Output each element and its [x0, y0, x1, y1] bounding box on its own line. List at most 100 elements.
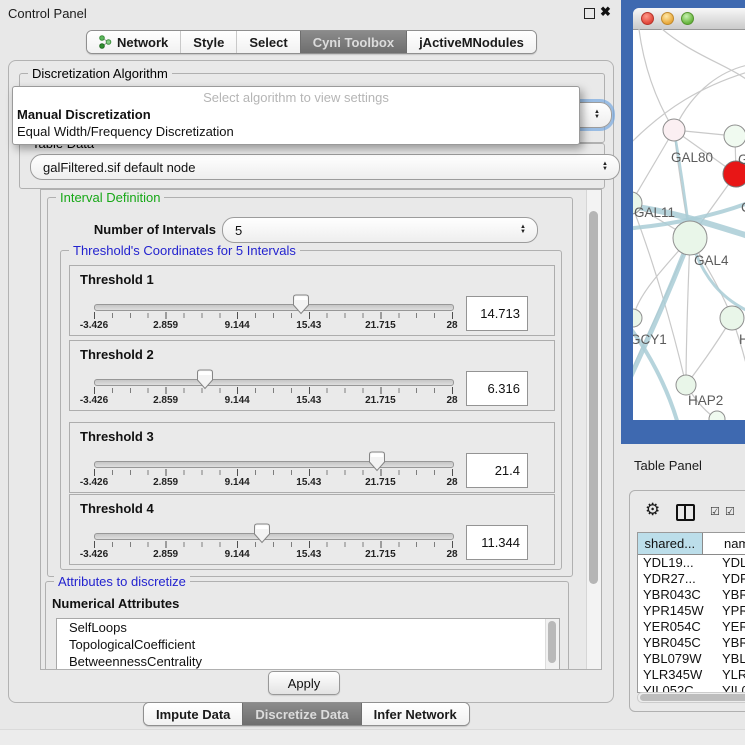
slider-tick-label: 15.43: [296, 549, 321, 560]
table-row[interactable]: YBL079WYBL0: [638, 651, 745, 667]
combo-arrows-icon: ▲▼: [594, 110, 600, 120]
discretization-algorithm-group-title: Discretization Algorithm: [28, 66, 172, 81]
mac-close-light[interactable]: [641, 12, 654, 25]
settings-scrollbar-thumb[interactable]: [589, 211, 598, 584]
table-row[interactable]: YBR045CYBR0: [638, 635, 745, 651]
table-row[interactable]: YDL19...YDL1: [638, 555, 745, 571]
numerical-attributes-label: Numerical Attributes: [52, 596, 179, 611]
threshold-value-field[interactable]: 14.713: [466, 296, 528, 331]
table-row[interactable]: YLR345WYLR3: [638, 667, 745, 683]
mac-minimize-light[interactable]: [661, 12, 674, 25]
network-edge: [633, 130, 674, 203]
attributes-scrollbar-thumb[interactable]: [548, 621, 556, 663]
cell-shared-name: YDL19...: [638, 555, 714, 571]
table-panel-title: Table Panel: [634, 458, 702, 473]
checkbox-icon[interactable]: ☑: [725, 505, 735, 518]
tab-infer-network[interactable]: Infer Network: [361, 703, 469, 725]
threshold-slider-track[interactable]: [94, 533, 454, 540]
table-panel: ⚙ ☑ ☑ shared... name YDL19...YDL1YDR27..…: [629, 490, 745, 712]
tab-cyni-toolbox[interactable]: Cyni Toolbox: [300, 31, 406, 53]
table-hscrollbar-thumb[interactable]: [640, 694, 745, 701]
apply-button[interactable]: Apply: [268, 671, 340, 695]
attribute-item-selfloops[interactable]: SelfLoops: [57, 619, 559, 636]
thresholds-group: Threshold's Coordinates for 5 Intervals …: [60, 250, 562, 570]
slider-tick-label: 2.859: [153, 477, 178, 488]
network-canvas[interactable]: GAL80GACGAL11GAL4GCY1HHAP2: [633, 29, 745, 420]
cell-shared-name: YBR045C: [638, 635, 714, 651]
network-node-gcy1[interactable]: [633, 309, 642, 327]
tab-discretize-data[interactable]: Discretize Data: [242, 703, 360, 725]
tab-label: Cyni Toolbox: [313, 35, 394, 50]
network-node-hap2[interactable]: [676, 375, 696, 395]
network-window-titlebar[interactable]: [633, 8, 745, 30]
threshold-value-field[interactable]: 21.4: [466, 453, 528, 488]
tab-label: Impute Data: [156, 707, 230, 722]
threshold-slider-track[interactable]: [94, 461, 454, 468]
mac-zoom-light[interactable]: [681, 12, 694, 25]
network-edge: [638, 29, 674, 130]
slider-tick-label: 15.43: [296, 320, 321, 331]
cell-name: YBR0: [714, 587, 745, 603]
attribute-item-betweennesscentrality[interactable]: BetweennessCentrality: [57, 653, 559, 670]
node-table: shared... name YDL19...YDL1YDR27...YDR2Y…: [637, 532, 745, 693]
gear-icon[interactable]: ⚙: [645, 500, 660, 520]
threshold-slider-track[interactable]: [94, 379, 454, 386]
threshold-panel-4: Threshold 4-3.4262.8599.14415.4321.71528…: [69, 494, 555, 565]
number-of-intervals-select[interactable]: 5 ▲▼: [222, 217, 538, 243]
table-row[interactable]: YER054CYER0: [638, 619, 745, 635]
network-node-ga[interactable]: [724, 125, 745, 147]
network-node-label: GAL11: [634, 205, 675, 220]
tab-style[interactable]: Style: [180, 31, 236, 53]
network-node-gal80[interactable]: [663, 119, 685, 141]
table-row[interactable]: YDR27...YDR2: [638, 571, 745, 587]
attributes-group-title: Attributes to discretize: [54, 574, 190, 589]
attributes-scrollbar[interactable]: [545, 619, 559, 670]
float-window-icon[interactable]: [584, 8, 595, 19]
settings-scrollbar[interactable]: [586, 190, 601, 669]
threshold-slider-track[interactable]: [94, 304, 454, 311]
table-hscrollbar[interactable]: [637, 692, 745, 703]
slider-tick-label: -3.426: [80, 549, 108, 560]
slider-tick-label: 28: [446, 549, 457, 560]
algorithm-option-equal-width-frequency-discretization[interactable]: Equal Width/Frequency Discretization: [17, 124, 234, 139]
tab-label: Infer Network: [374, 707, 457, 722]
attribute-items: SelfLoopsTopologicalCoefficientBetweenne…: [57, 619, 559, 670]
cell-name: YER0: [714, 619, 745, 635]
tab-select[interactable]: Select: [236, 31, 299, 53]
table-row[interactable]: YPR145WYPR1: [638, 603, 745, 619]
network-node-label: GA: [738, 152, 745, 167]
columns-icon[interactable]: [676, 504, 695, 521]
combo-arrows-icon: ▲▼: [520, 225, 526, 235]
slider-tick-label: 9.144: [225, 395, 250, 406]
tab-label: Style: [193, 35, 224, 50]
cell-shared-name: YER054C: [638, 619, 714, 635]
checkbox-icon[interactable]: ☑: [710, 505, 720, 518]
close-icon[interactable]: ✖: [600, 4, 611, 20]
network-node-label: GAL80: [671, 150, 713, 165]
threshold-value-field[interactable]: 11.344: [466, 525, 528, 560]
control-panel-titlebar: Control Panel ✖: [0, 0, 621, 26]
network-graph: GAL80GACGAL11GAL4GCY1HHAP2: [633, 29, 745, 420]
control-panel-title: Control Panel: [8, 6, 87, 21]
column-header-shared-name[interactable]: shared...: [638, 533, 703, 554]
threshold-panel-3: Threshold 3-3.4262.8599.14415.4321.71528…: [69, 422, 555, 493]
algorithm-option-manual-discretization[interactable]: Manual Discretization: [17, 107, 151, 122]
network-node-h[interactable]: [720, 306, 744, 330]
attributes-group: Attributes to discretize Numerical Attri…: [45, 581, 569, 670]
network-node-gal4[interactable]: [673, 221, 707, 255]
network-node-label: GCY1: [633, 332, 667, 347]
tab-impute-data[interactable]: Impute Data: [144, 703, 242, 725]
number-of-intervals-value: 5: [235, 223, 242, 238]
table-data-select[interactable]: galFiltered.sif default node ▲▼: [30, 154, 620, 180]
tab-label: jActiveMNodules: [419, 35, 524, 50]
settings-scrollpane: Interval Definition Number of Intervals …: [40, 189, 602, 670]
network-node[interactable]: [709, 411, 725, 420]
cell-name: YDL1: [714, 555, 745, 571]
table-row[interactable]: YBR043CYBR0: [638, 587, 745, 603]
cell-shared-name: YBR043C: [638, 587, 714, 603]
tab-jactivemnodules[interactable]: jActiveMNodules: [406, 31, 536, 53]
column-header-name[interactable]: name: [703, 533, 745, 554]
threshold-value-field[interactable]: 6.316: [466, 371, 528, 406]
attribute-item-topologicalcoefficient[interactable]: TopologicalCoefficient: [57, 636, 559, 653]
tab-network[interactable]: Network: [87, 31, 180, 53]
